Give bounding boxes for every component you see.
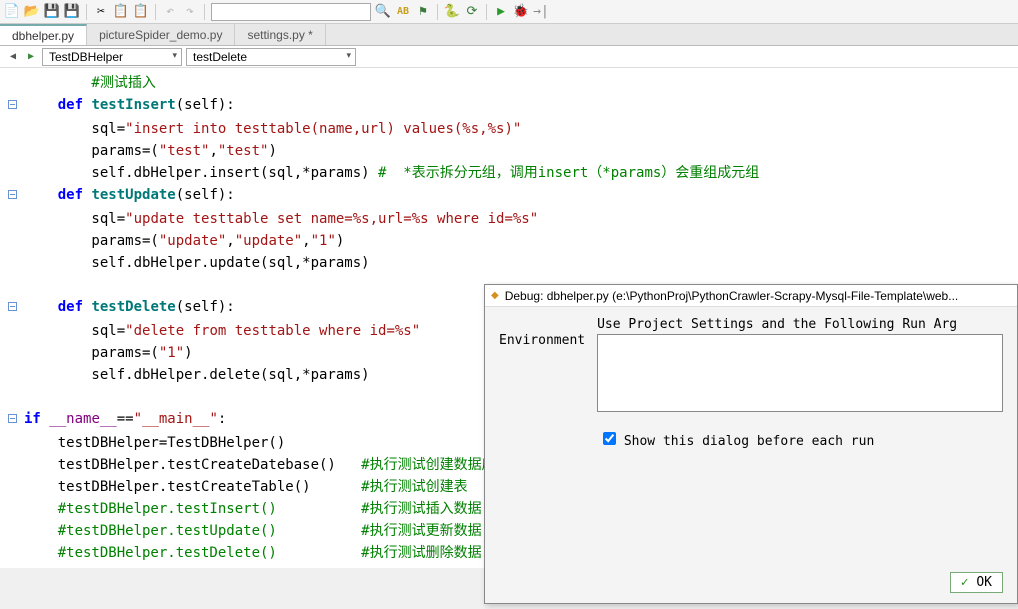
check-icon: ✓ — [961, 575, 969, 590]
nav-prev-icon[interactable]: ◀ — [6, 51, 20, 62]
toolbar-separator — [155, 4, 156, 20]
paste-icon[interactable]: 📋 — [133, 4, 149, 20]
dialog-titlebar[interactable]: ◆ Debug: dbhelper.py (e:\PythonProj\Pyth… — [485, 285, 1017, 307]
class-dropdown-value: TestDBHelper — [49, 50, 123, 64]
bookmark-icon[interactable]: ⚑ — [415, 4, 431, 20]
cut-icon[interactable]: ✂ — [93, 4, 109, 20]
run-icon[interactable]: ▶ — [493, 4, 509, 20]
fold-icon[interactable] — [8, 100, 17, 109]
editor-tabs: dbhelper.py pictureSpider_demo.py settin… — [0, 24, 1018, 46]
tab-settings[interactable]: settings.py * — [235, 24, 325, 45]
nav-next-icon[interactable]: ▶ — [24, 51, 38, 62]
tab-picturespider[interactable]: pictureSpider_demo.py — [87, 24, 235, 45]
field-title: Use Project Settings and the Following R… — [597, 317, 1003, 332]
undo-icon[interactable]: ↶ — [162, 4, 178, 20]
refresh-icon[interactable]: ⟳ — [464, 4, 480, 20]
dialog-title-text: Debug: dbhelper.py (e:\PythonProj\Python… — [505, 289, 959, 303]
method-dropdown-value: testDelete — [193, 50, 247, 64]
run-arguments-input[interactable] — [597, 334, 1003, 412]
tab-label: settings.py * — [247, 28, 312, 42]
debug-arguments-dialog: ◆ Debug: dbhelper.py (e:\PythonProj\Pyth… — [484, 284, 1018, 604]
find-replace-icon[interactable]: AB — [395, 4, 411, 20]
toolbar-separator — [486, 4, 487, 20]
toolbar-separator — [437, 4, 438, 20]
debug-icon: ◆ — [491, 290, 499, 301]
ok-button[interactable]: ✓ OK — [950, 572, 1003, 593]
save-all-icon[interactable]: 💾 — [64, 4, 80, 20]
redo-icon[interactable]: ↷ — [182, 4, 198, 20]
show-dialog-checkbox-label[interactable]: Show this dialog before each run — [603, 434, 874, 449]
main-toolbar: 📄 📂 💾 💾 ✂ 📋 📋 ↶ ↷ 🔍 AB ⚑ 🐍 ⟳ ▶ 🐞 →| — [0, 0, 1018, 24]
fold-icon[interactable] — [8, 302, 17, 311]
python-icon[interactable]: 🐍 — [444, 4, 460, 20]
tab-label: pictureSpider_demo.py — [99, 28, 222, 42]
fold-icon[interactable] — [8, 414, 17, 423]
stop-icon[interactable]: →| — [533, 4, 549, 20]
search-icon[interactable]: 🔍 — [375, 4, 391, 20]
toolbar-separator — [204, 4, 205, 20]
new-file-icon[interactable]: 📄 — [4, 4, 20, 20]
open-icon[interactable]: 📂 — [24, 4, 40, 20]
class-dropdown[interactable]: TestDBHelper — [42, 48, 182, 66]
quick-search-input[interactable] — [211, 3, 371, 21]
show-dialog-checkbox[interactable] — [603, 432, 616, 445]
save-icon[interactable]: 💾 — [44, 4, 60, 20]
fold-icon[interactable] — [8, 190, 17, 199]
member-navigator: ◀ ▶ TestDBHelper testDelete — [0, 46, 1018, 68]
debug-icon[interactable]: 🐞 — [513, 4, 529, 20]
method-dropdown[interactable]: testDelete — [186, 48, 356, 66]
code-line: #测试插入 — [24, 72, 1018, 94]
environment-label: Environment — [499, 317, 585, 348]
tab-dbhelper[interactable]: dbhelper.py — [0, 24, 87, 45]
toolbar-separator — [86, 4, 87, 20]
copy-icon[interactable]: 📋 — [113, 4, 129, 20]
tab-label: dbhelper.py — [12, 29, 74, 43]
